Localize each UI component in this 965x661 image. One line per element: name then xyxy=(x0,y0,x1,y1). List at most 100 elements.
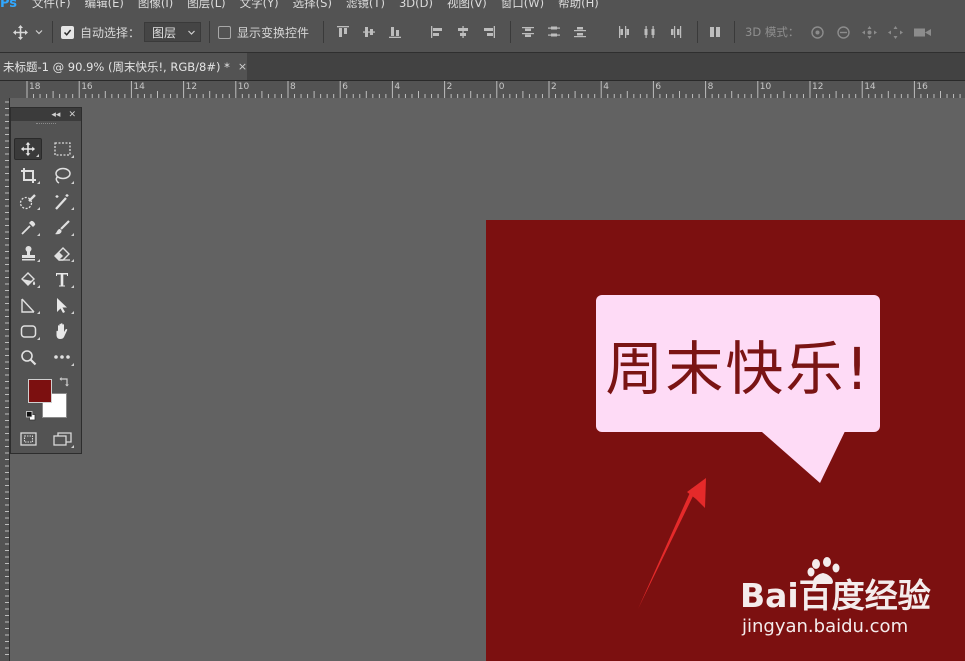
menu-type[interactable]: 文字(Y) xyxy=(233,0,286,11)
more-tools-icon[interactable] xyxy=(48,346,76,368)
menu-window[interactable]: 窗口(W) xyxy=(494,0,551,11)
distribute-bottom-icon[interactable] xyxy=(573,25,587,39)
ruler-label: 10 xyxy=(759,82,772,92)
distribute-horizontal-center-icon[interactable] xyxy=(643,25,657,39)
checkmark-icon xyxy=(63,29,72,36)
document-tab-bar: 未标题-1 @ 90.9% (周末快乐!, RGB/8#) * × xyxy=(0,53,965,81)
auto-select-target-value: 图层 xyxy=(152,25,177,40)
divider xyxy=(697,21,699,43)
auto-select-target-dropdown[interactable]: 图层 xyxy=(144,22,202,42)
watermark-brand: Bai百度经验 xyxy=(740,576,931,615)
magic-wand-icon[interactable] xyxy=(48,190,76,212)
align-right-icon[interactable] xyxy=(482,25,496,39)
distribute-right-icon[interactable] xyxy=(669,25,683,39)
ruler-ticks xyxy=(5,101,9,655)
ruler-label: 14 xyxy=(864,82,876,92)
align-horizontal-center-icon[interactable] xyxy=(456,25,470,39)
video-camera-icon[interactable] xyxy=(913,25,932,40)
document-tab[interactable]: 未标题-1 @ 90.9% (周末快乐!, RGB/8#) * × xyxy=(0,53,247,80)
ruler-label: 6 xyxy=(342,82,348,92)
auto-align-layers-icon[interactable] xyxy=(708,25,722,39)
zoom-tool-icon[interactable] xyxy=(14,346,42,368)
menu-select[interactable]: 选择(S) xyxy=(286,0,339,11)
3d-mode-buttons xyxy=(809,25,932,40)
hand-tool-icon[interactable] xyxy=(48,320,76,342)
quick-selection-icon[interactable] xyxy=(14,190,42,212)
ruler-origin[interactable] xyxy=(0,81,10,98)
stamp-icon[interactable] xyxy=(14,242,42,264)
move-tool-icon[interactable] xyxy=(14,138,42,160)
document-canvas[interactable]: 周末快乐! Bai百度经验 jingyan.baidu.com xyxy=(486,220,965,661)
eraser-icon[interactable] xyxy=(48,242,76,264)
divider xyxy=(734,21,736,43)
show-transform-toggle[interactable]: 显示变换控件 xyxy=(218,24,309,41)
lasso-tool-icon[interactable] xyxy=(48,164,76,186)
distribute-left-icon[interactable] xyxy=(617,25,631,39)
orbit-3d-icon[interactable] xyxy=(809,25,826,40)
ruler-label: 12 xyxy=(185,82,198,92)
horizontal-ruler[interactable]: 18161412108642024681012141618 xyxy=(10,81,965,99)
menu-image[interactable]: 图像(I) xyxy=(131,0,180,11)
options-bar: 自动选择： 图层 显示变换控件 3D 模式： xyxy=(0,12,965,53)
quick-mask-icon[interactable] xyxy=(14,428,42,450)
vertical-ruler[interactable] xyxy=(0,98,10,661)
ruler-label: 18 xyxy=(29,82,41,92)
ruler-label: 6 xyxy=(655,82,662,92)
align-vertical-center-icon[interactable] xyxy=(362,25,376,39)
ruler-label: 2 xyxy=(551,82,557,92)
close-icon[interactable]: × xyxy=(238,60,247,73)
divider xyxy=(323,21,325,43)
menu-edit[interactable]: 编辑(E) xyxy=(78,0,131,11)
roll-3d-icon[interactable] xyxy=(835,25,852,40)
distribute-vertical-center-icon[interactable] xyxy=(547,25,561,39)
menu-help[interactable]: 帮助(H) xyxy=(551,0,606,11)
screen-mode-icon[interactable] xyxy=(48,428,76,450)
auto-select-label: 自动选择： xyxy=(80,25,141,40)
align-buttons xyxy=(336,25,496,39)
eyedropper-icon[interactable] xyxy=(14,216,42,238)
distribute-top-icon[interactable] xyxy=(521,25,535,39)
align-bottom-icon[interactable] xyxy=(388,25,402,39)
foreground-color-swatch[interactable] xyxy=(28,379,52,403)
menu-file[interactable]: 文件(F) xyxy=(25,0,78,11)
distribute-buttons xyxy=(521,25,683,39)
chevron-down-icon xyxy=(188,30,195,35)
align-left-icon[interactable] xyxy=(430,25,444,39)
watermark-url: jingyan.baidu.com xyxy=(742,616,909,637)
crop-tool-icon[interactable] xyxy=(14,164,42,186)
pen-path-icon[interactable] xyxy=(14,294,42,316)
menu-filter[interactable]: 滤镜(T) xyxy=(339,0,392,11)
chevron-down-icon xyxy=(35,30,43,35)
tools-panel-header[interactable]: ◂◂ ✕ xyxy=(11,108,81,121)
3d-mode-label: 3D 模式： xyxy=(745,25,800,39)
swap-colors-icon[interactable] xyxy=(59,376,70,387)
canvas-area[interactable]: 周末快乐! Bai百度经验 jingyan.baidu.com xyxy=(10,98,965,661)
rounded-rect-icon[interactable] xyxy=(14,320,42,342)
menu-3d[interactable]: 3D(D) xyxy=(392,0,440,10)
divider xyxy=(209,21,211,43)
tool-preset-picker[interactable] xyxy=(12,24,44,41)
show-transform-label: 显示变换控件 xyxy=(237,25,310,40)
ruler-label: 12 xyxy=(812,82,824,92)
paint-bucket-icon[interactable] xyxy=(14,268,42,290)
ruler-label: 14 xyxy=(133,82,145,92)
path-select-icon[interactable] xyxy=(48,294,76,316)
type-tool-icon[interactable] xyxy=(48,268,76,290)
collapse-panel-icon[interactable]: ◂◂ xyxy=(51,110,60,120)
auto-select-toggle[interactable]: 自动选择： xyxy=(61,24,140,41)
menu-bar: Ps 文件(F) 编辑(E) 图像(I) 图层(L) 文字(Y) 选择(S) 滤… xyxy=(0,0,965,11)
ruler-label: 2 xyxy=(446,82,453,92)
auto-select-checkbox[interactable] xyxy=(61,25,74,39)
menu-view[interactable]: 视图(V) xyxy=(440,0,494,11)
menu-layer[interactable]: 图层(L) xyxy=(180,0,232,11)
brush-icon[interactable] xyxy=(48,216,76,238)
panel-grip[interactable] xyxy=(11,121,81,127)
close-panel-icon[interactable]: ✕ xyxy=(68,110,76,120)
slide-3d-icon[interactable] xyxy=(887,25,904,40)
marquee-tool-icon[interactable] xyxy=(48,138,76,160)
ruler-label: 8 xyxy=(707,82,714,92)
pan-3d-icon[interactable] xyxy=(861,25,878,40)
show-transform-checkbox[interactable] xyxy=(218,25,232,39)
default-colors-icon[interactable] xyxy=(26,411,36,421)
align-top-icon[interactable] xyxy=(336,25,350,39)
